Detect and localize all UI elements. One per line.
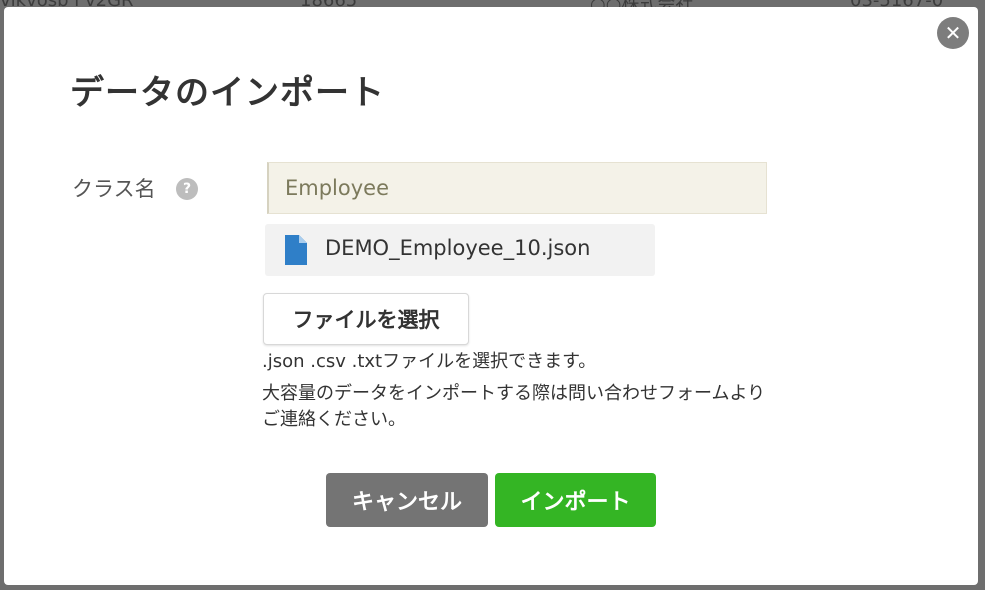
large-data-hint: 大容量のデータをインポートする際は問い合わせフォームよりご連絡ください。 [262,383,766,430]
selected-file-chip: DEMO_Employee_10.json [265,224,655,276]
selected-file-name: DEMO_Employee_10.json [325,236,591,260]
help-icon[interactable]: ? [176,178,198,200]
class-name-input[interactable] [267,162,767,214]
file-format-hint: .json .csv .txtファイルを選択できます。 [262,351,597,372]
close-icon[interactable]: ✕ [937,17,969,49]
choose-file-button[interactable]: ファイルを選択 [263,293,469,345]
file-icon [285,235,307,265]
class-name-label: クラス名 [72,177,156,201]
dialog-title: データのインポート [70,73,385,113]
import-dialog: ✕ データのインポート クラス名 ? DEMO_Employee_10.json… [4,7,978,585]
cancel-button[interactable]: キャンセル [326,473,488,527]
import-button[interactable]: インポート [495,473,656,527]
